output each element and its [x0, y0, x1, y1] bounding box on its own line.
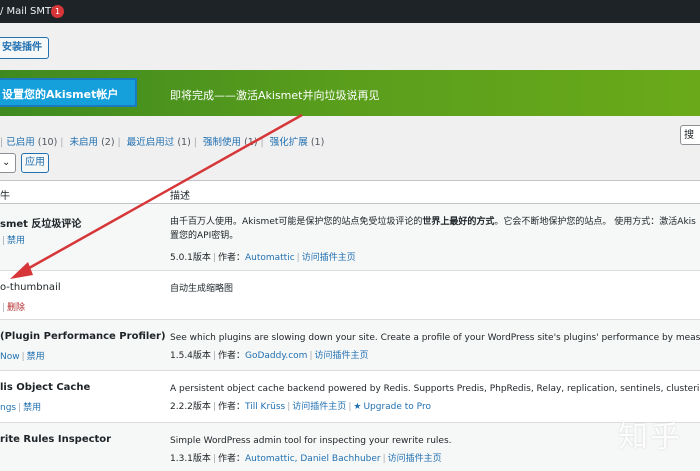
plugin-row-performance-profiler: (Plugin Performance Profiler) Now | 禁用 See…: [0, 320, 700, 371]
apply-button[interactable]: 应用: [21, 153, 49, 173]
plugin-name: rite Rules Inspector: [0, 434, 112, 445]
table-header: 牛 描述: [0, 181, 700, 204]
plugin-actions: 设置|禁用: [2, 236, 26, 246]
plugin-actions: Now | 禁用: [0, 352, 45, 362]
notification-badge: 1: [51, 5, 64, 18]
plugin-status-filters: | 已启用 (10) | 未启用 (2) | 最近启用过 (1) | 强制使用 (1)…: [0, 137, 325, 148]
plugin-meta: 2.2.2版本 | 作者：Till Krüss | 访问插件主页 | ★ Upgrade to…: [170, 402, 431, 412]
author-link[interactable]: Automattic: [245, 253, 295, 263]
plugin-description: 由千百万人使用。Akismet可能是保护您的站点免受垃圾评论的世界上最好的方式。…: [170, 217, 696, 241]
setup-akismet-button[interactable]: 设置您的Akismet帐户: [0, 78, 137, 107]
plugin-name: o-thumbnail: [0, 282, 61, 293]
plugin-description: 自动生成缩略图: [170, 284, 234, 294]
settings-link[interactable]: ngs: [0, 403, 16, 413]
plugin-actions: 启用|删除: [2, 303, 26, 313]
deactivate-link[interactable]: 禁用: [23, 403, 41, 413]
plugin-row-thumbnail: o-thumbnail 启用|删除 自动生成缩略图: [0, 271, 700, 320]
author-link[interactable]: Till Krüss: [245, 402, 285, 412]
plugin-description: See which plugins are slowing down your …: [170, 333, 700, 343]
akismet-banner-message: 即将完成——激活Akismet并向垃圾说再见: [170, 89, 380, 102]
plugin-name: smet 反垃圾评论: [0, 219, 82, 230]
search-plugins-input[interactable]: 搜: [680, 125, 700, 145]
plugin-meta: 1.5.4版本 | 作者：GoDaddy.com | 访问插件主页: [170, 351, 369, 361]
delete-link[interactable]: 删除: [7, 303, 25, 313]
filter-dropins[interactable]: 强化扩展 (1): [270, 137, 325, 148]
filter-must-use[interactable]: 强制使用 (1): [203, 137, 258, 148]
column-header-plugin[interactable]: 牛: [0, 187, 10, 202]
author-link[interactable]: GoDaddy.com: [245, 351, 307, 361]
plugin-name: (Plugin Performance Profiler): [0, 331, 166, 342]
profile-now-link[interactable]: Now: [0, 352, 20, 362]
plugins-table: 牛 描述 smet 反垃圾评论 设置|禁用 由千百万人使用。Akismet可能是…: [0, 180, 700, 471]
plugin-row-redis-object-cache: lis Object Cache ngs | 禁用 A persistent obj…: [0, 371, 700, 423]
plugin-homepage-link[interactable]: 访问插件主页: [315, 351, 369, 361]
star-icon: ★: [353, 402, 362, 412]
column-header-description: 描述: [170, 191, 190, 202]
plugin-homepage-link[interactable]: 访问插件主页: [302, 253, 356, 263]
chevron-down-icon: ⌄: [2, 157, 11, 168]
plugin-homepage-link[interactable]: 访问插件主页: [388, 454, 442, 464]
author-link[interactable]: Automattic, Daniel Bachhuber: [245, 454, 381, 464]
deactivate-link[interactable]: 禁用: [27, 352, 45, 362]
plugin-description: A persistent object cache backend powere…: [170, 384, 700, 394]
plugin-name: lis Object Cache: [0, 382, 91, 393]
admin-bar-mail-smtp[interactable]: / Mail SMTP: [0, 6, 57, 17]
upgrade-to-pro-link[interactable]: ★ Upgrade to Pro: [353, 402, 431, 412]
plugin-meta: 5.0.1版本 | 作者：Automattic | 访问插件主页: [170, 253, 356, 263]
plugin-row-rewrite-rules-inspector: rite Rules Inspector Simple WordPress ad…: [0, 423, 700, 471]
plugin-actions: ngs | 禁用: [0, 403, 42, 413]
admin-bar: / Mail SMTP 1: [0, 0, 700, 23]
plugin-homepage-link[interactable]: 访问插件主页: [292, 402, 346, 412]
filter-recently-active[interactable]: 最近启用过 (1): [127, 137, 191, 148]
deactivate-link[interactable]: 禁用: [7, 236, 25, 246]
plugin-meta: 1.3.1版本 | 作者：Automattic, Daniel Bachhuber |…: [170, 454, 442, 464]
plugin-row-akismet: smet 反垃圾评论 设置|禁用 由千百万人使用。Akismet可能是保护您的站…: [0, 204, 700, 271]
filter-inactive[interactable]: 未启用 (2): [70, 137, 115, 148]
bulk-actions-select[interactable]: ⌄: [0, 153, 16, 173]
filter-active[interactable]: 已启用 (10): [6, 137, 57, 148]
filter-separator: |: [0, 137, 4, 148]
add-plugin-button[interactable]: 安装插件: [0, 37, 49, 59]
zhihu-watermark: 知乎: [618, 420, 682, 455]
